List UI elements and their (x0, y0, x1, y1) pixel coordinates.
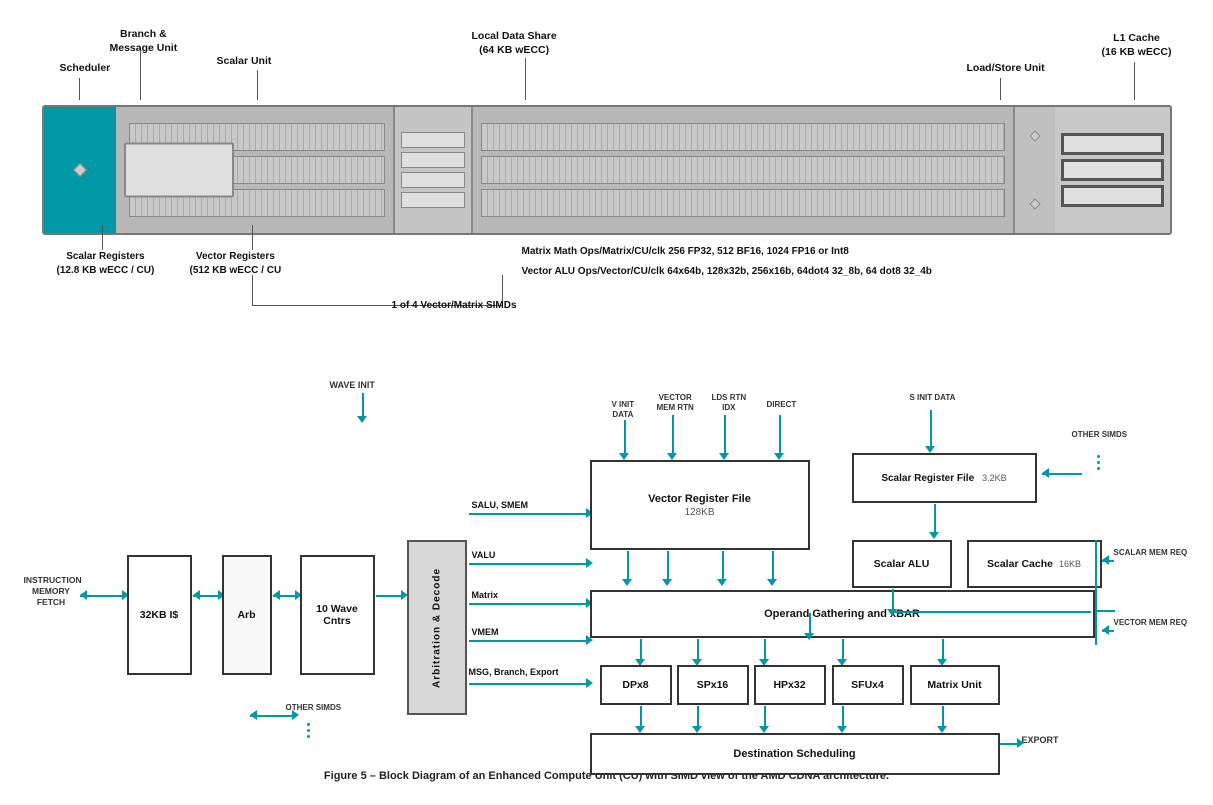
matrix-label: Matrix (472, 590, 499, 600)
s-init-data-label: S INIT DATA (910, 393, 956, 402)
operand-xbar-box: Operand Gathering and xBAR (590, 590, 1095, 638)
label-scalar-unit: Scalar Unit (217, 55, 272, 67)
label-vector-regs: Vector Registers(512 KB wECC / CU (190, 250, 282, 278)
valu-label: VALU (472, 550, 496, 560)
label-scheduler: Scheduler (60, 62, 111, 74)
vmem-label: VMEM (472, 627, 499, 637)
scalar-mem-req-label: SCALAR MEM REQ (1114, 548, 1188, 558)
arb-box: Arb (222, 555, 272, 675)
matrix-unit-box: Matrix Unit (910, 665, 1000, 705)
chip-teal-left (44, 107, 116, 233)
msg-label: MSG, Branch, Export (469, 667, 559, 679)
vector-mem-rtn-label: VECTORMEM RTN (657, 393, 694, 412)
label-lds: Local Data Share(64 KB wECC) (472, 30, 557, 57)
chip-body (42, 105, 1172, 235)
label-lsu: Load/Store Unit (967, 62, 1045, 74)
export-label: EXPORT (1022, 735, 1059, 745)
spx16-box: SPx16 (677, 665, 749, 705)
chip-vector-area (473, 107, 1012, 233)
scalar-reg-file-box: Scalar Register File 3.2KB (852, 453, 1037, 503)
icache-box: 32KB I$ (127, 555, 192, 675)
page: Scheduler Branch &Message Unit Scalar Un… (0, 0, 1213, 792)
wave-cntrs-box: 10 Wave Cntrs (300, 555, 375, 675)
chip-l1 (1055, 107, 1170, 233)
chip-lds (393, 107, 473, 233)
label-vector-alu: Vector ALU Ops/Vector/CU/clk 64x64b, 128… (522, 265, 932, 279)
scalar-alu-box: Scalar ALU (852, 540, 952, 588)
top-diagram: Scheduler Branch &Message Unit Scalar Un… (22, 10, 1192, 360)
vector-reg-file-box: Vector Register File 128KB (590, 460, 810, 550)
v-init-data-label: V INITDATA (612, 400, 635, 419)
salu-label: SALU, SMEM (472, 500, 529, 510)
sfux4-box: SFUx4 (832, 665, 904, 705)
wave-init-label: WAVE INIT (330, 380, 375, 390)
other-simds-top-label: OTHER SIMDS (1072, 430, 1128, 440)
chip-lsu (1013, 107, 1055, 233)
lds-rtn-idx-label: LDS RTNIDX (712, 393, 747, 412)
label-matrix-ops: Matrix Math Ops/Matrix/CU/clk 256 FP32, … (522, 245, 849, 259)
instruction-fetch-label: INSTRUCTIONMEMORY FETCH (24, 575, 79, 608)
dest-scheduling-box: Destination Scheduling (590, 733, 1000, 775)
block-diagram: WAVE INIT INSTRUCTIONMEMORY FETCH 32KB I… (22, 365, 1192, 765)
scalar-cache-box: Scalar Cache 16KB (967, 540, 1102, 588)
label-scalar-regs: Scalar Registers(12.8 KB wECC / CU) (57, 250, 155, 278)
arb-decode-box: Arbitration & Decode (407, 540, 467, 715)
hpx32-box: HPx32 (754, 665, 826, 705)
direct-label: DIRECT (767, 400, 797, 410)
label-simd: 1 of 4 Vector/Matrix SIMDs (392, 300, 517, 311)
dpx8-box: DPx8 (600, 665, 672, 705)
chip-middle-area (116, 107, 394, 233)
vector-mem-req-label: VECTOR MEM REQ (1114, 618, 1188, 628)
label-branch: Branch &Message Unit (110, 28, 178, 55)
label-l1: L1 Cache(16 KB wECC) (1102, 32, 1172, 59)
